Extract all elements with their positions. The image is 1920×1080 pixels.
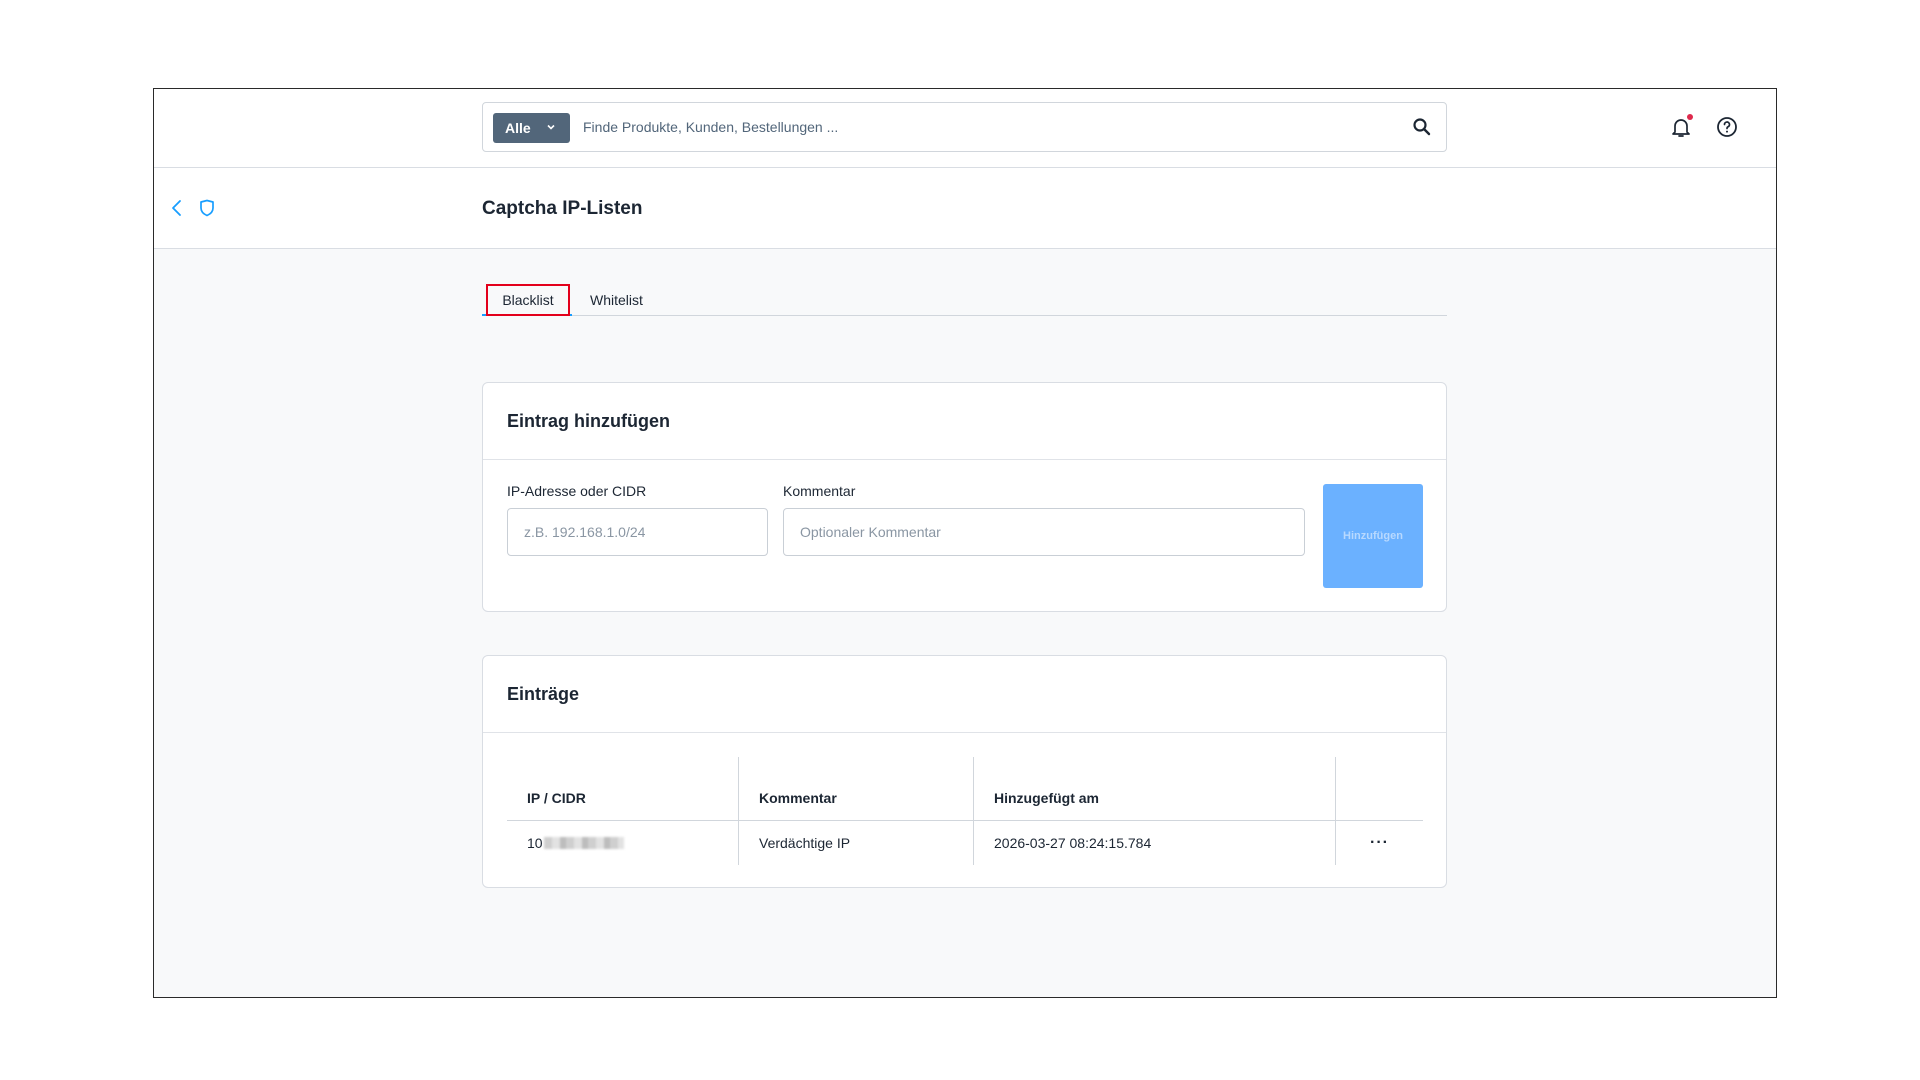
redacted-ip	[543, 837, 624, 849]
cell-added: 2026-03-27 08:24:15.784	[973, 821, 1335, 865]
entries-title: Einträge	[483, 656, 1446, 733]
tab-bar: Blacklist Whitelist	[482, 284, 1447, 316]
tab-whitelist[interactable]: Whitelist	[590, 284, 670, 316]
shield-icon	[200, 199, 214, 217]
comment-input[interactable]	[783, 508, 1305, 556]
top-bar: Alle	[154, 89, 1776, 168]
back-icon[interactable]	[170, 199, 184, 217]
column-header-actions	[1335, 757, 1423, 820]
comment-field-label: Kommentar	[783, 483, 856, 499]
entries-table: IP / CIDR Kommentar Hinzugefügt am 10 Ve…	[507, 757, 1423, 865]
app-window: Alle Captcha IP-Listen Blacklist Whiteli…	[153, 88, 1777, 998]
page-title: Captcha IP-Listen	[482, 198, 643, 219]
cell-actions: ···	[1335, 821, 1423, 865]
chevron-down-icon	[547, 124, 555, 130]
column-header-added[interactable]: Hinzugefügt am	[973, 757, 1335, 820]
entries-card: Einträge IP / CIDR Kommentar Hinzugefügt…	[482, 655, 1447, 888]
ip-field-label: IP-Adresse oder CIDR	[507, 483, 647, 499]
cell-ip: 10	[507, 821, 738, 865]
table-header: IP / CIDR Kommentar Hinzugefügt am	[507, 757, 1423, 821]
tab-blacklist[interactable]: Blacklist	[482, 284, 572, 316]
column-header-ip[interactable]: IP / CIDR	[507, 757, 738, 820]
tab-highlight-box: Blacklist	[486, 284, 570, 316]
tab-blacklist-label: Blacklist	[502, 292, 554, 308]
page-header: Captcha IP-Listen	[154, 168, 1776, 249]
help-icon[interactable]	[1715, 115, 1739, 139]
ip-value: 10	[527, 835, 543, 851]
search-input[interactable]	[583, 103, 1363, 151]
notification-badge	[1687, 114, 1693, 120]
column-header-comment[interactable]: Kommentar	[738, 757, 973, 820]
add-entry-title: Eintrag hinzufügen	[483, 383, 1446, 460]
search-type-label: Alle	[505, 120, 531, 136]
search-type-dropdown[interactable]: Alle	[493, 113, 570, 143]
cell-comment: Verdächtige IP	[738, 821, 973, 865]
ip-input[interactable]	[507, 508, 768, 556]
search-icon[interactable]	[1412, 117, 1432, 137]
add-button[interactable]: Hinzufügen	[1323, 484, 1423, 588]
more-actions-icon[interactable]: ···	[1370, 835, 1389, 851]
global-search: Alle	[482, 102, 1447, 152]
tab-whitelist-label: Whitelist	[590, 292, 643, 308]
add-entry-card: Eintrag hinzufügen IP-Adresse oder CIDR …	[482, 382, 1447, 612]
table-row: 10 Verdächtige IP 2026-03-27 08:24:15.78…	[507, 821, 1423, 865]
